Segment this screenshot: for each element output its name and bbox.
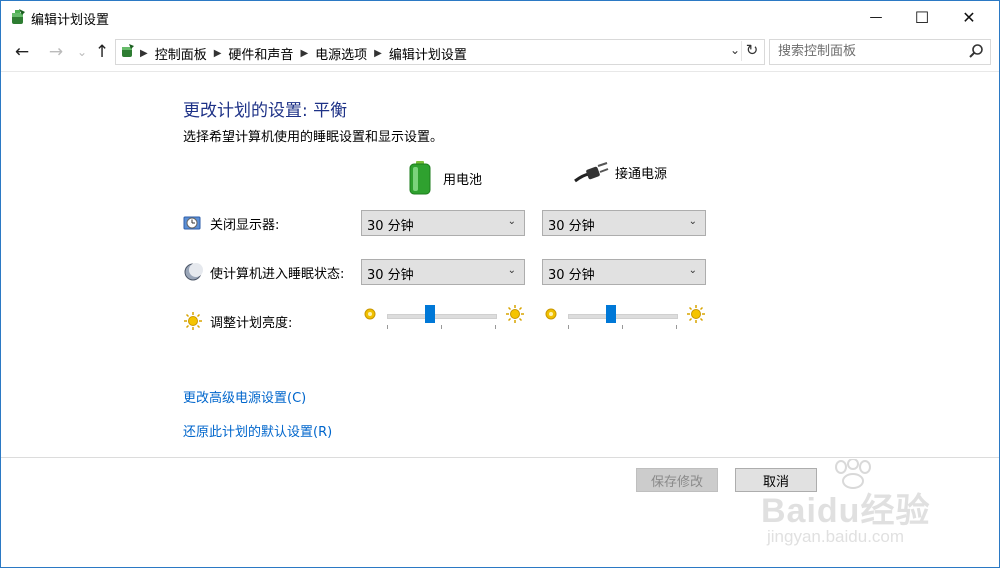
chevron-down-icon: ⌄	[507, 216, 516, 227]
footer-divider	[1, 457, 999, 458]
maximize-button[interactable]: ☐	[899, 1, 945, 33]
search-icon[interactable]	[968, 43, 984, 59]
forward-button[interactable]: →	[45, 41, 67, 63]
slider-tick	[568, 325, 569, 329]
brightness-row-label: 调整计划亮度:	[183, 311, 292, 331]
display-off-label: 关闭显示器:	[210, 217, 280, 233]
minimize-button[interactable]: —	[853, 1, 899, 33]
breadcrumb-separator-icon: ▶	[140, 48, 148, 59]
watermark-brand: Baidu经验	[761, 492, 931, 530]
brightness-plugged-slider[interactable]	[544, 301, 708, 331]
chevron-down-icon: ⌄	[76, 45, 88, 59]
brightness-label: 调整计划亮度:	[210, 315, 293, 331]
search-input[interactable]	[776, 43, 960, 60]
chevron-down-icon: ⌄	[688, 265, 697, 276]
column-header-battery: 用电池	[409, 161, 482, 195]
back-button[interactable]: ←	[11, 41, 33, 63]
display-off-battery-select[interactable]: 30 分钟 ⌄	[361, 210, 525, 236]
slider-tick	[495, 325, 496, 329]
breadcrumb-separator-icon: ▶	[374, 48, 382, 59]
close-button[interactable]: ✕	[946, 1, 992, 33]
monitor-clock-icon	[183, 216, 201, 230]
baidu-jingyan-watermark: Baidu经验 jingyan.baidu.com	[753, 459, 993, 555]
recent-locations-button[interactable]: ⌄	[71, 41, 93, 63]
maximize-icon: ☐	[914, 7, 930, 27]
minimize-icon: —	[869, 9, 883, 25]
edit-plan-settings-window: 编辑计划设置 — ☐ ✕ ← → ⌄ ↑ ▶ 控制面板 ▶ 硬件和声音 ▶ 电源…	[0, 0, 1000, 568]
chevron-down-icon: ⌄	[688, 216, 697, 227]
breadcrumb-item-power-options[interactable]: 电源选项	[315, 44, 367, 63]
search-box[interactable]	[769, 39, 991, 65]
toolbar-divider	[1, 71, 999, 72]
watermark-url: jingyan.baidu.com	[767, 527, 905, 546]
column-header-plugged-in: 接通电源	[573, 161, 667, 183]
slider-thumb[interactable]	[606, 305, 617, 323]
power-plug-icon	[574, 162, 609, 183]
battery-icon	[409, 161, 431, 195]
breadcrumb-item-control-panel[interactable]: 控制面板	[155, 44, 207, 63]
chevron-down-icon: ⌄	[507, 265, 516, 276]
page-description: 选择希望计算机使用的睡眠设置和显示设置。	[183, 130, 444, 145]
slider-track[interactable]	[568, 314, 678, 319]
control-panel-icon	[122, 44, 134, 57]
slider-thumb[interactable]	[425, 305, 436, 323]
slider-track[interactable]	[387, 314, 497, 319]
display-off-plugged-select[interactable]: 30 分钟 ⌄	[542, 210, 706, 236]
advanced-power-settings-link[interactable]: 更改高级电源设置(C)	[183, 387, 306, 406]
restore-defaults-link[interactable]: 还原此计划的默认设置(R)	[183, 421, 332, 440]
sleep-plugged-select[interactable]: 30 分钟 ⌄	[542, 259, 706, 285]
breadcrumb-separator-icon: ▶	[300, 48, 309, 59]
page-title: 更改计划的设置: 平衡	[183, 101, 348, 121]
back-arrow-icon: ←	[14, 42, 30, 62]
sleep-battery-value: 30 分钟	[367, 268, 414, 283]
display-off-plugged-value: 30 分钟	[548, 219, 595, 234]
display-off-row-label: 关闭显示器:	[183, 213, 279, 233]
display-off-battery-value: 30 分钟	[367, 219, 414, 234]
forward-arrow-icon: →	[48, 42, 64, 62]
sleep-label: 使计算机进入睡眠状态:	[210, 266, 345, 282]
address-row: ← → ⌄ ↑ ▶ 控制面板 ▶ 硬件和声音 ▶ 电源选项 ▶ 编辑计划设置 ⌄…	[1, 35, 999, 69]
title-bar: 编辑计划设置 — ☐ ✕	[1, 1, 999, 33]
breadcrumb-item-edit-plan-settings[interactable]: 编辑计划设置	[389, 44, 467, 63]
power-options-app-icon	[12, 9, 25, 24]
close-icon: ✕	[962, 7, 976, 27]
brightness-high-icon	[687, 305, 705, 323]
breadcrumb-item-hardware-sound[interactable]: 硬件和声音	[228, 44, 293, 63]
address-bar[interactable]: ▶ 控制面板 ▶ 硬件和声音 ▶ 电源选项 ▶ 编辑计划设置 ⌄ ↻	[115, 39, 765, 65]
brightness-low-icon	[364, 308, 376, 320]
slider-tick	[622, 325, 623, 329]
slider-tick	[387, 325, 388, 329]
brightness-battery-slider[interactable]	[363, 301, 527, 331]
sun-icon	[184, 312, 202, 330]
column-label-battery: 用电池	[443, 172, 483, 188]
sleep-plugged-value: 30 分钟	[548, 268, 595, 283]
breadcrumb: ▶ 控制面板 ▶ 硬件和声音 ▶ 电源选项 ▶ 编辑计划设置	[140, 44, 467, 63]
up-button[interactable]: ↑	[91, 41, 113, 63]
moon-icon	[184, 263, 203, 281]
sleep-row-label: 使计算机进入睡眠状态:	[183, 262, 344, 282]
slider-tick	[676, 325, 677, 329]
address-dropdown-icon[interactable]: ⌄	[730, 43, 740, 57]
brightness-high-icon	[506, 305, 524, 323]
breadcrumb-separator-icon: ▶	[213, 48, 222, 59]
up-arrow-icon: ↑	[94, 42, 110, 62]
save-changes-button[interactable]: 保存修改	[636, 468, 718, 492]
slider-tick	[441, 325, 442, 329]
brightness-low-icon	[545, 308, 557, 320]
sleep-battery-select[interactable]: 30 分钟 ⌄	[361, 259, 525, 285]
window-title: 编辑计划设置	[31, 13, 110, 28]
column-label-plugged-in: 接通电源	[615, 166, 668, 182]
refresh-icon[interactable]: ↻	[741, 41, 762, 61]
